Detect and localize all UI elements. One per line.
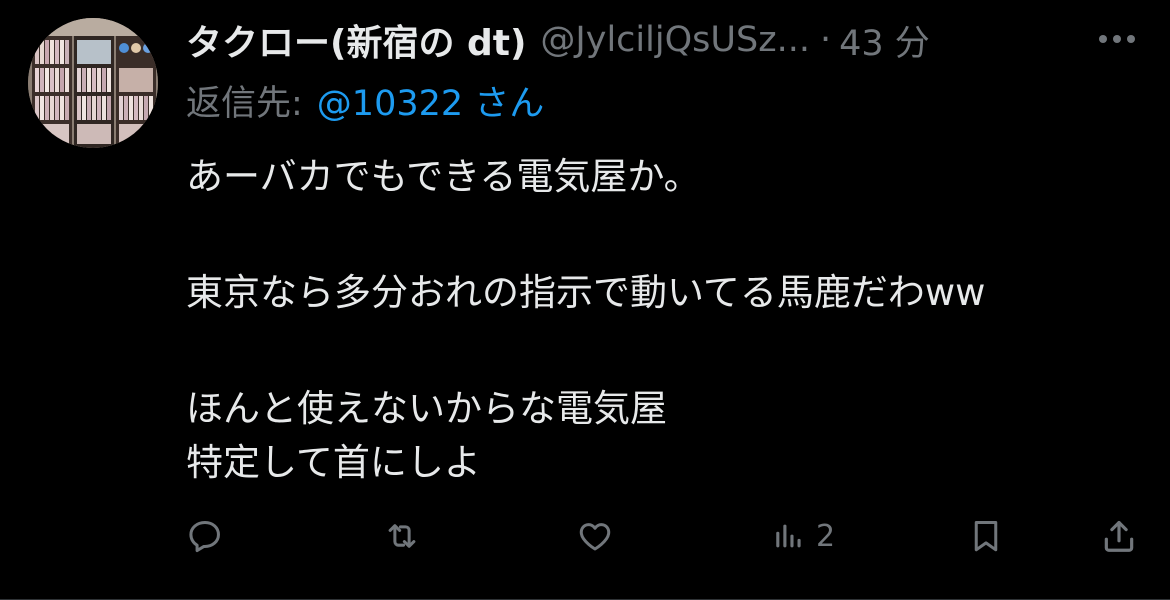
share-icon (1100, 516, 1138, 556)
tweet-body-line-1: あーバカでもできる電気屋か。 (186, 155, 701, 198)
retweet-button[interactable] (382, 514, 422, 558)
bookmark-button[interactable] (968, 514, 1004, 558)
display-name[interactable]: タクロー(新宿の dt) (186, 14, 526, 66)
share-button[interactable] (1100, 514, 1138, 558)
tweet-body-line-3: ほんと使えないからな電気屋 (186, 387, 667, 430)
views-count: 2 (816, 518, 836, 554)
views-button[interactable]: 2 (772, 514, 835, 558)
reply-icon (186, 517, 224, 555)
tweet[interactable]: タクロー(新宿の dt) @JylciljQsUSz... · 43 分 返信先… (0, 0, 1170, 600)
separator-dot: · (819, 20, 832, 60)
like-button[interactable] (576, 514, 614, 558)
user-handle[interactable]: @JylciljQsUSz... (540, 20, 810, 60)
more-options-icon[interactable] (1092, 24, 1142, 54)
retweet-icon (382, 517, 422, 555)
timestamp[interactable]: 43 分 (839, 15, 930, 66)
views-icon (772, 518, 806, 554)
reply-label: 返信先: (186, 83, 303, 124)
bookmark-icon (968, 516, 1004, 556)
reply-button[interactable] (186, 514, 224, 558)
like-icon (576, 517, 614, 555)
tweet-header: タクロー(新宿の dt) @JylciljQsUSz... · 43 分 (186, 14, 1126, 66)
tweet-body-line-2: 東京なら多分おれの指示で動いてる馬鹿だわww (186, 271, 986, 314)
tweet-body-line-4: 特定して首にしよ (186, 441, 481, 484)
action-bar: 2 (0, 514, 1170, 558)
reply-mention-link[interactable]: @10322 さん (317, 75, 544, 126)
reply-context: 返信先: @10322 さん (186, 74, 544, 126)
avatar[interactable] (28, 18, 158, 148)
